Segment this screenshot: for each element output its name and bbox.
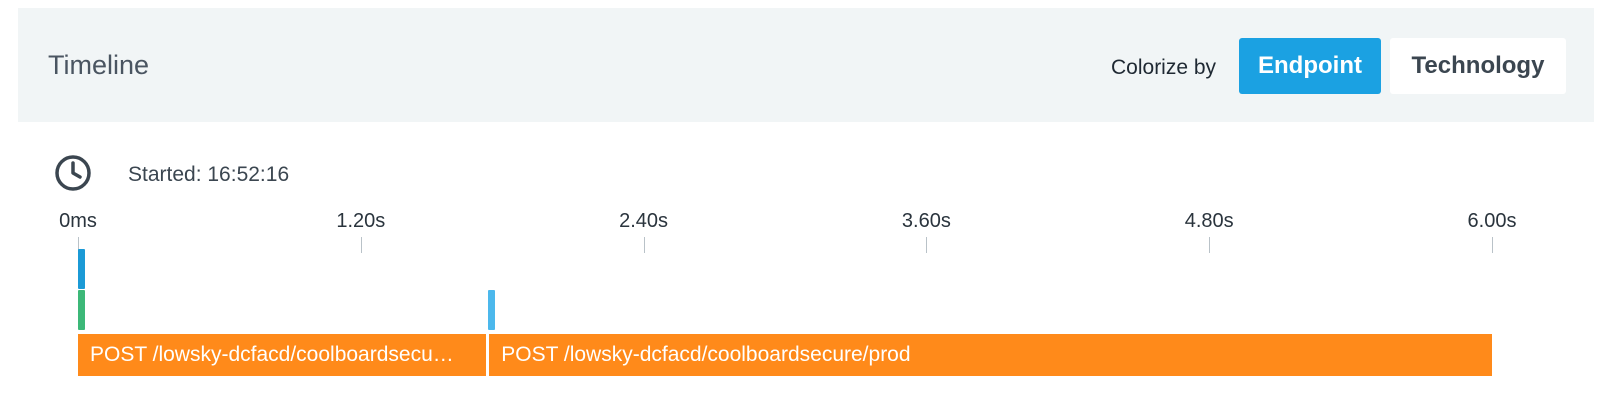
axis-tick-label: 3.60s (901, 210, 951, 232)
clock-icon (55, 155, 91, 191)
colorize-label: Colorize by (1111, 56, 1217, 79)
timeline-header: Timeline Colorize by Endpoint Technology (18, 8, 1594, 122)
timeline-panel: Timeline Colorize by Endpoint Technology… (18, 8, 1594, 414)
axis-tick-label: 1.20s (336, 210, 386, 232)
span-endpoint[interactable]: POST /lowsky-dcfacd/coolboardsecure/prod (489, 334, 1492, 376)
axis-tick-label: 4.80s (1184, 210, 1234, 232)
panel-title: Timeline (48, 50, 150, 80)
axis-tick (360, 237, 362, 253)
span-marker[interactable] (488, 290, 496, 330)
axis-tick (1209, 237, 1211, 253)
axis-tick-label: 2.40s (619, 210, 669, 232)
colorize-technology-button[interactable]: Technology (1390, 38, 1566, 94)
span-endpoint[interactable]: POST /lowsky-dcfacd/coolboardsecu… (78, 334, 486, 376)
axis-tick-label: 6.00s (1467, 210, 1517, 232)
span-marker[interactable] (78, 290, 86, 330)
axis-tick (643, 237, 645, 253)
axis-tick-label: 0ms (59, 210, 97, 232)
axis-tick (1492, 237, 1493, 253)
colorize-endpoint-button[interactable]: Endpoint (1239, 38, 1381, 94)
axis-tick (926, 237, 928, 253)
span-marker[interactable] (78, 249, 86, 289)
started-time: Started: 16:52:16 (128, 163, 290, 186)
